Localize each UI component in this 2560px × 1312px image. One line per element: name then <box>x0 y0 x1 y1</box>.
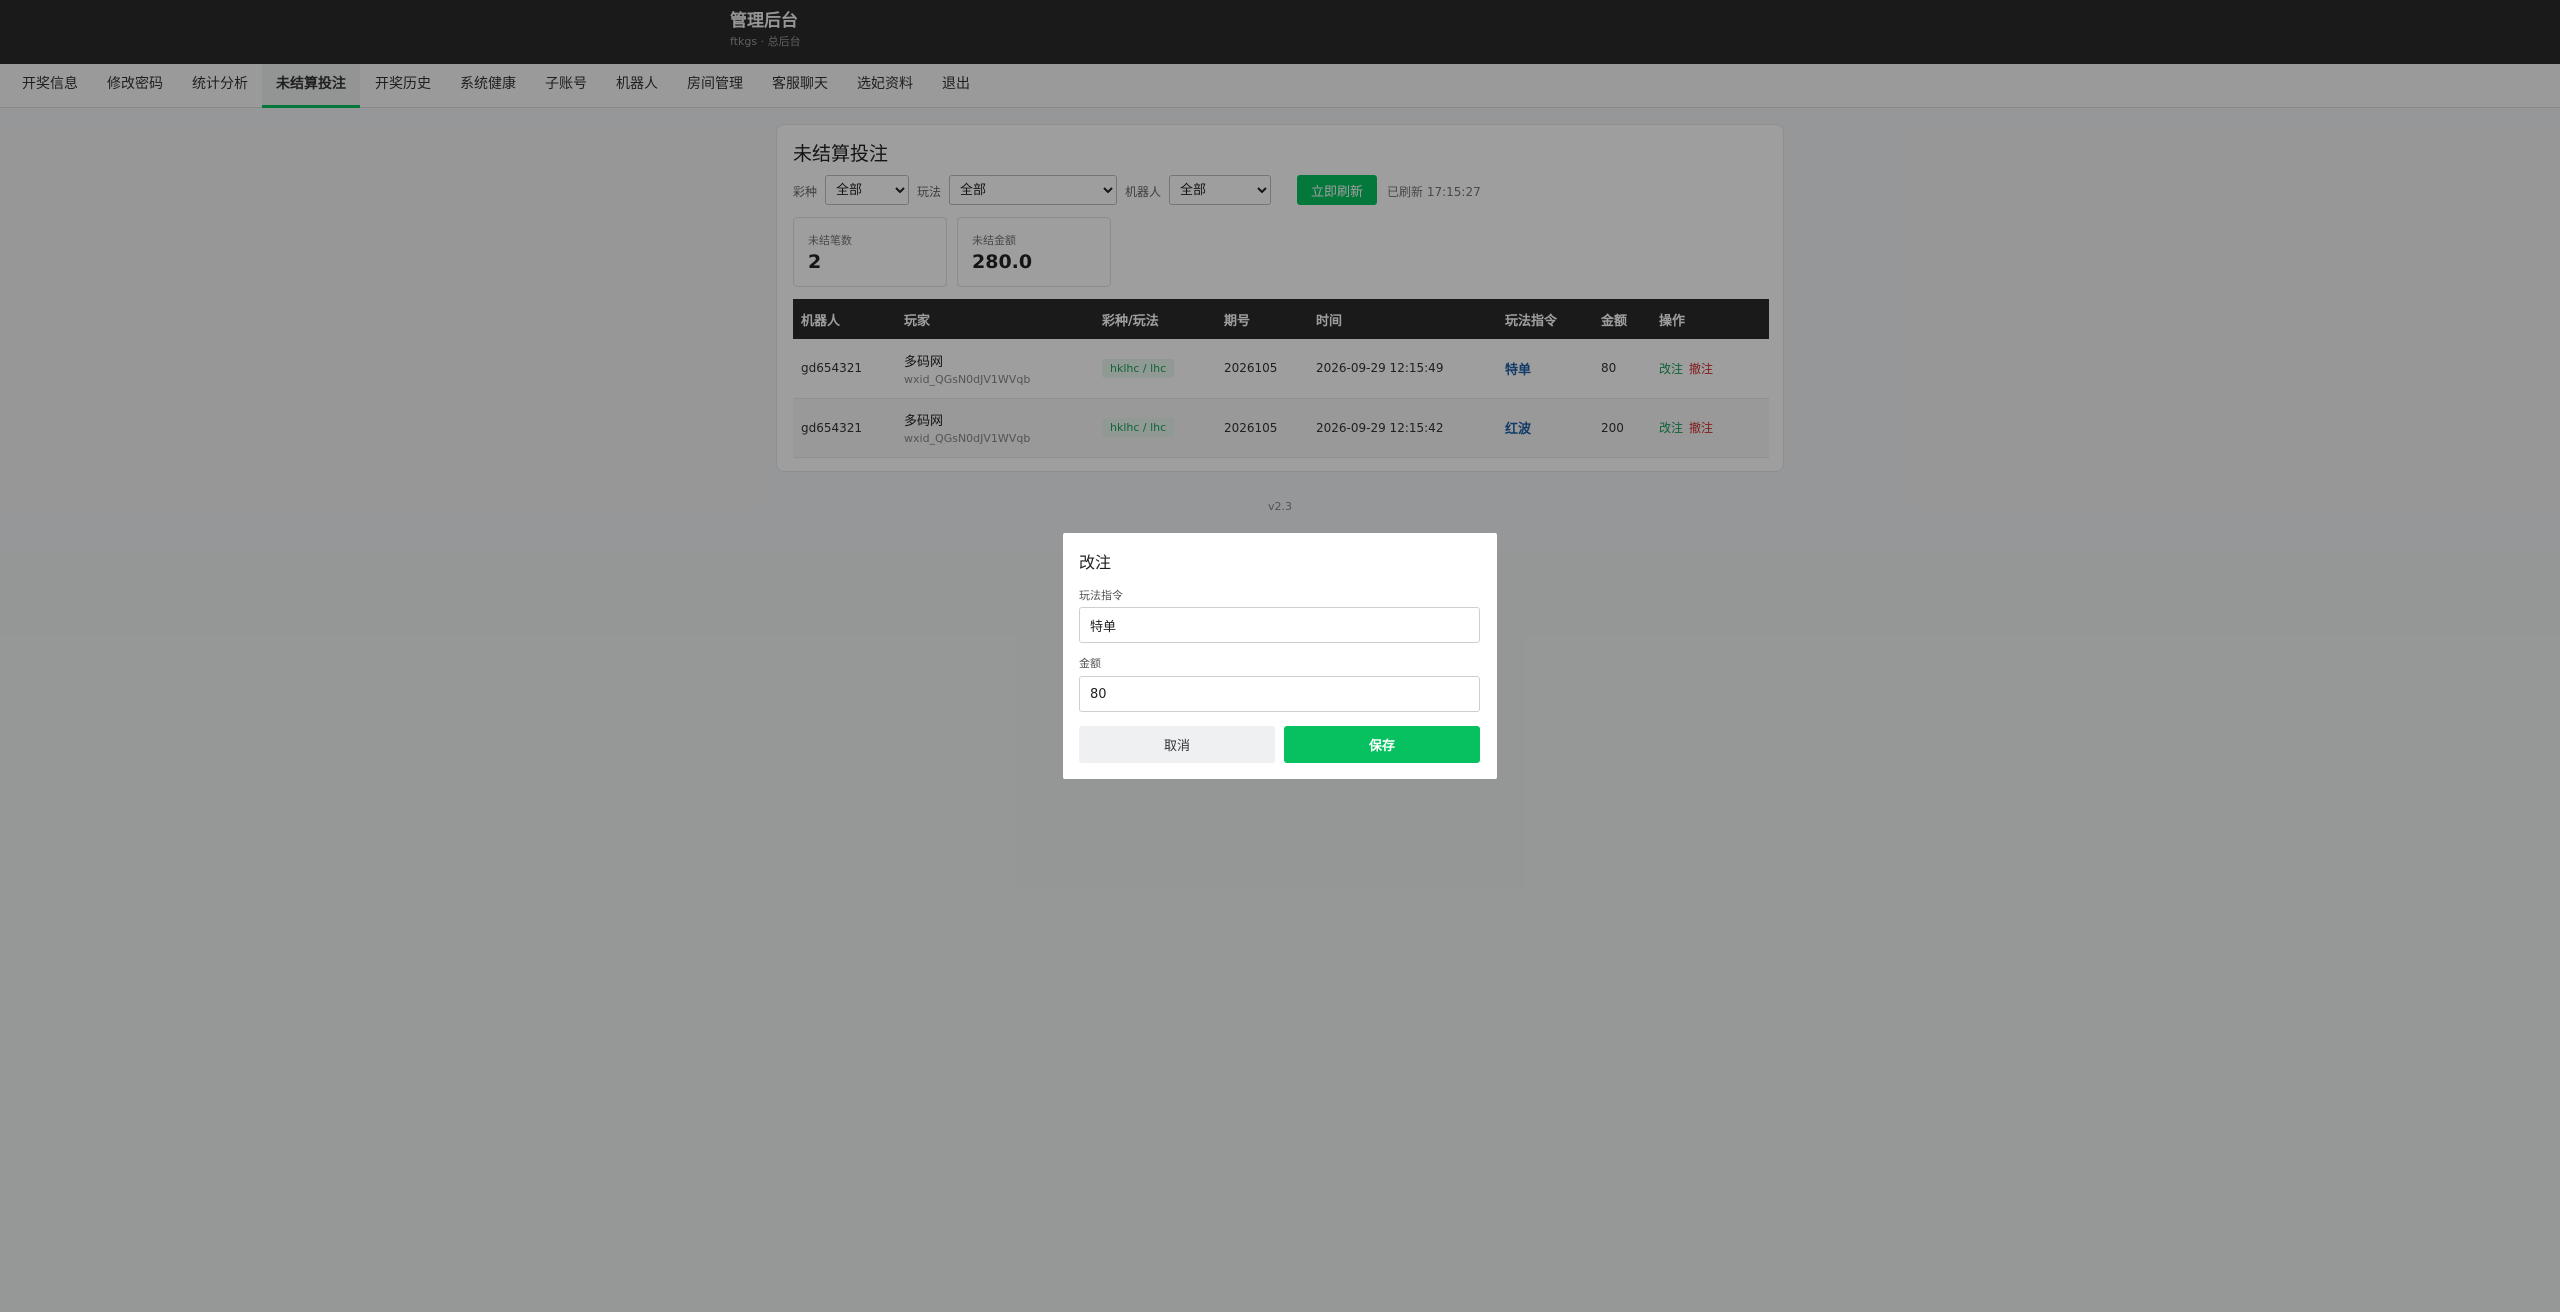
command-input[interactable] <box>1079 607 1480 643</box>
save-button[interactable]: 保存 <box>1284 726 1480 763</box>
modal-title: 改注 <box>1079 553 1112 572</box>
amount-field-label: 金额 <box>1079 657 1101 670</box>
cancel-button[interactable]: 取消 <box>1079 726 1275 763</box>
command-field-label: 玩法指令 <box>1079 589 1123 602</box>
amount-input[interactable] <box>1079 676 1480 712</box>
edit-bet-modal: 改注 玩法指令 金额 取消 保存 <box>1063 533 1497 779</box>
